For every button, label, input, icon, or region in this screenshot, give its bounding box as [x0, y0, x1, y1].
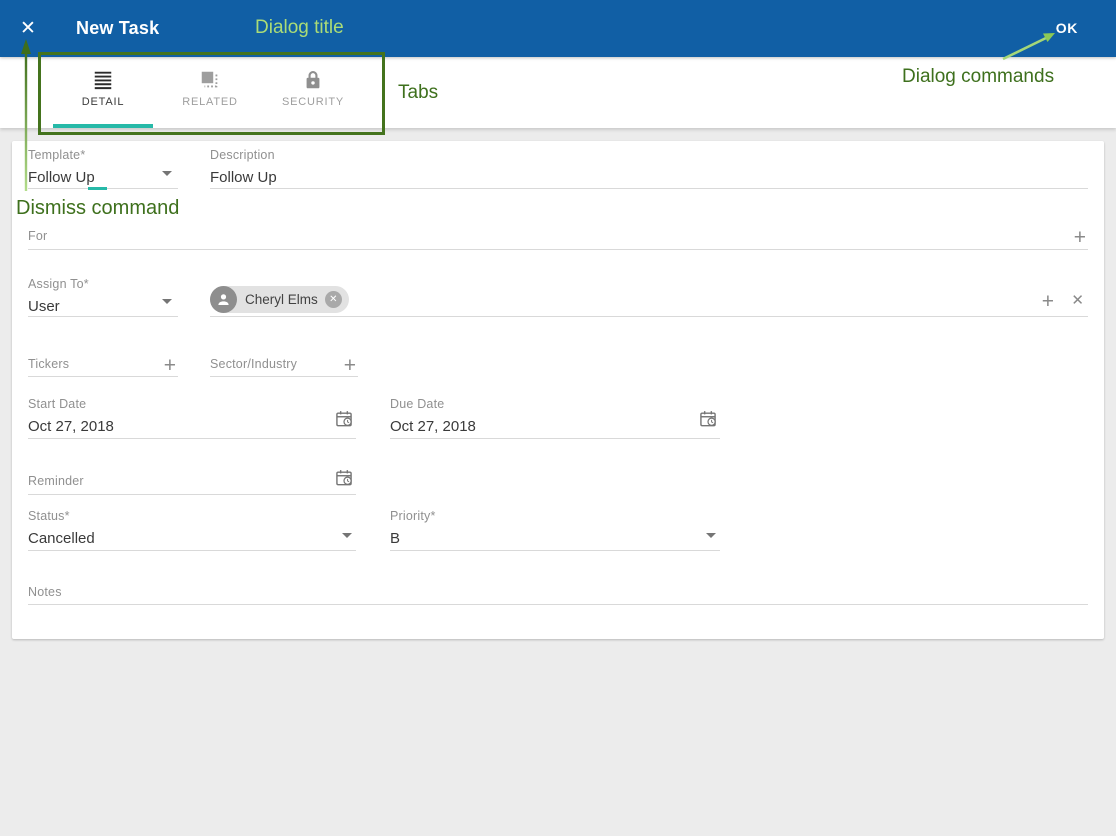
for-field[interactable]: For + — [28, 229, 1088, 250]
reminder-label: Reminder — [28, 474, 356, 488]
description-field[interactable]: Description Follow Up — [210, 148, 1088, 189]
add-icon[interactable]: + — [1074, 228, 1086, 248]
sector-industry-label: Sector/Industry — [210, 357, 358, 371]
tab-related-label: RELATED — [158, 96, 262, 108]
priority-value: B — [390, 530, 720, 548]
sector-industry-field[interactable]: Sector/Industry + — [210, 357, 358, 377]
assign-to-value: User — [28, 298, 178, 316]
chevron-down-icon[interactable] — [706, 533, 716, 538]
active-tab-indicator — [53, 124, 153, 128]
close-icon[interactable]: ✕ — [16, 17, 40, 41]
priority-select[interactable]: Priority* B — [390, 509, 720, 551]
dialog-title: New Task — [76, 18, 159, 39]
tab-related[interactable]: RELATED — [158, 57, 262, 128]
for-label: For — [28, 229, 1088, 243]
lock-icon — [261, 69, 365, 93]
ok-button[interactable]: OK — [1056, 20, 1078, 36]
detail-lines-icon — [51, 69, 155, 93]
notes-label: Notes — [28, 585, 1088, 599]
assignee-name: Cheryl Elms — [245, 292, 318, 307]
tab-security[interactable]: SECURITY — [261, 57, 365, 128]
tab-detail-label: DETAIL — [51, 96, 155, 108]
add-icon[interactable]: + — [1042, 292, 1054, 312]
new-task-dialog: ✕ New Task Dialog title OK DETAIL RELATE… — [0, 0, 1116, 836]
calendar-clock-icon[interactable] — [698, 409, 718, 434]
calendar-clock-icon[interactable] — [334, 409, 354, 434]
tab-detail[interactable]: DETAIL — [51, 57, 155, 128]
chip-remove-icon[interactable]: ✕ — [325, 291, 342, 308]
tab-bar: DETAIL RELATED SECURITY — [0, 57, 1116, 128]
avatar — [210, 286, 237, 313]
tickers-field[interactable]: Tickers + — [28, 357, 178, 377]
template-label: Template* — [28, 148, 178, 162]
status-label: Status* — [28, 509, 356, 523]
start-date-field[interactable]: Start Date Oct 27, 2018 — [28, 397, 356, 439]
chevron-down-icon[interactable] — [162, 299, 172, 304]
status-select[interactable]: Status* Cancelled — [28, 509, 356, 551]
detail-form-card: Template* Follow Up Description Follow U… — [12, 141, 1104, 639]
assignee-chips-field[interactable]: Cheryl Elms ✕ + ✕ — [210, 277, 1088, 317]
chevron-down-icon[interactable] — [342, 533, 352, 538]
tab-security-label: SECURITY — [261, 96, 365, 108]
clear-icon[interactable]: ✕ — [1071, 292, 1084, 310]
reminder-field[interactable]: Reminder — [28, 474, 356, 495]
priority-label: Priority* — [390, 509, 720, 523]
assignee-chip[interactable]: Cheryl Elms ✕ — [210, 286, 349, 313]
add-icon[interactable]: + — [344, 356, 356, 376]
assign-to-select[interactable]: Assign To* User — [28, 277, 178, 317]
start-date-value[interactable]: Oct 27, 2018 — [28, 418, 356, 436]
start-date-label: Start Date — [28, 397, 356, 411]
chevron-down-icon[interactable] — [162, 171, 172, 176]
calendar-clock-icon[interactable] — [334, 468, 354, 493]
description-value[interactable]: Follow Up — [210, 169, 1088, 187]
due-date-field[interactable]: Due Date Oct 27, 2018 — [390, 397, 720, 439]
tickers-label: Tickers — [28, 357, 178, 371]
description-label: Description — [210, 148, 1088, 162]
notes-field[interactable]: Notes — [28, 585, 1088, 605]
dialog-header: ✕ New Task Dialog title OK — [0, 0, 1116, 57]
template-value: Follow Up — [28, 169, 178, 187]
add-icon[interactable]: + — [164, 356, 176, 376]
annotation-dialog-title: Dialog title — [255, 17, 344, 39]
due-date-value[interactable]: Oct 27, 2018 — [390, 418, 720, 436]
status-value: Cancelled — [28, 530, 356, 548]
template-select[interactable]: Template* Follow Up — [28, 148, 178, 189]
due-date-label: Due Date — [390, 397, 720, 411]
related-card-icon — [158, 69, 262, 93]
focus-indicator — [88, 187, 107, 190]
assign-to-label: Assign To* — [28, 277, 178, 291]
